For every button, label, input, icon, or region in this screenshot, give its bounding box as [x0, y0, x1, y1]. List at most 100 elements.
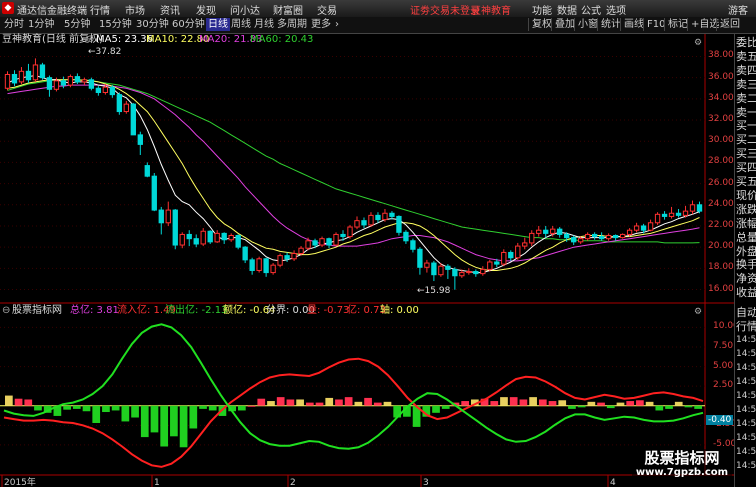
quote-field-label: 买二 — [736, 133, 756, 147]
candle-body — [242, 246, 248, 261]
menu-ask[interactable]: 问小达 — [230, 2, 260, 17]
quote-field-label: 买一 — [736, 119, 756, 133]
quote-field-label: 卖二 — [736, 91, 756, 105]
flow-bar — [160, 405, 169, 447]
low-annotation: ←15.98 — [417, 286, 451, 296]
flow-bar — [150, 405, 159, 433]
flow-bar — [315, 402, 324, 406]
candle-body — [550, 228, 556, 234]
flow-bar — [500, 397, 508, 406]
trade-time-label: 14:50 — [736, 447, 756, 457]
menu-data[interactable]: 数据 — [557, 2, 577, 17]
flow-bar — [208, 405, 217, 411]
flow-bar — [383, 401, 392, 406]
flow-bar — [441, 405, 450, 409]
candle-body — [144, 165, 150, 177]
menu-market[interactable]: 市场 — [125, 2, 145, 17]
menu-formula[interactable]: 公式 — [581, 2, 601, 17]
x-tick-label: 3 — [423, 478, 429, 487]
trade-time-label: 行情 — [736, 320, 756, 333]
quote-field-label: 卖一 — [736, 105, 756, 119]
flow-bar — [189, 405, 198, 429]
flow-bar — [82, 405, 91, 412]
menu-trade[interactable]: 交易 — [317, 2, 337, 17]
candle-body — [654, 213, 661, 224]
candle-body — [584, 233, 591, 240]
flow-bar — [568, 405, 576, 409]
period-30min[interactable]: 30分钟 — [134, 18, 171, 31]
candle-body — [256, 258, 262, 271]
guest-label[interactable]: 游客 — [728, 2, 748, 17]
back-button[interactable]: 返回 — [716, 18, 743, 31]
candle-body — [4, 73, 11, 89]
candle-body — [305, 240, 311, 249]
ma5-line — [7, 74, 700, 274]
candle-body — [410, 240, 416, 250]
ma-collapse-icon[interactable]: ⊖ — [86, 34, 94, 46]
indicator-icon[interactable]: ⊖ — [2, 305, 10, 317]
period-daily[interactable]: 日线 — [206, 18, 230, 31]
menu-wealth-circle[interactable]: 财富圈 — [273, 2, 303, 17]
flow-bar — [121, 405, 130, 422]
flow-bar — [14, 398, 23, 406]
chevron-right-icon[interactable]: › — [333, 18, 341, 31]
period-5min[interactable]: 5分钟 — [62, 18, 92, 31]
flow-bar — [102, 405, 110, 413]
candle-body — [522, 242, 528, 247]
period-60min[interactable]: 60分钟 — [170, 18, 207, 31]
menu-market-quotes[interactable]: 行情 — [90, 2, 110, 17]
y-tick-label: 28.00 — [708, 156, 734, 167]
settings-icon-sub[interactable]: ⚙ — [694, 307, 702, 317]
high-annotation: ←37.82 — [88, 47, 122, 57]
x-tick-label: 1 — [154, 478, 160, 487]
x-tick-label: 4 — [610, 478, 616, 487]
candle-body — [431, 262, 437, 276]
period-more[interactable]: 更多 — [309, 18, 333, 31]
candle-body — [633, 225, 640, 231]
menu-news[interactable]: 资讯 — [160, 2, 180, 17]
vol-label: 量: -0.73 — [307, 305, 350, 316]
flow-bar — [170, 405, 178, 437]
y-tick-label: 32.00 — [708, 114, 734, 125]
flow-bar — [636, 400, 644, 406]
period-weekly[interactable]: 周线 — [229, 18, 253, 31]
flow-bar — [606, 405, 615, 409]
period-monthly[interactable]: 月线 — [252, 18, 276, 31]
flow-bar — [247, 405, 256, 407]
y-tick-label: 38.00 — [708, 50, 734, 61]
candle-body — [326, 238, 332, 246]
period-multi[interactable]: 多周期 — [275, 18, 309, 31]
flow-bar — [267, 401, 275, 406]
flow-bar — [432, 405, 440, 413]
period-1min[interactable]: 1分钟 — [26, 18, 56, 31]
candle-body — [95, 87, 102, 93]
candle-body — [403, 231, 409, 242]
flow-bar — [199, 405, 207, 409]
kline-chart[interactable]: 2015年 1 2 3 4 ⚙ ⚙ — [0, 34, 734, 487]
candle-body — [501, 251, 507, 265]
quote-field-label: 买五 — [736, 175, 756, 188]
quote-field-label: 现价 — [736, 188, 756, 202]
candle-body — [466, 271, 472, 274]
menu-options[interactable]: 选项 — [606, 2, 626, 17]
candle-body — [67, 76, 74, 86]
candle-body — [158, 209, 164, 224]
candle-body — [200, 230, 206, 245]
login-notice[interactable]: 证劵交易未登录 — [410, 2, 480, 17]
candle-body — [361, 220, 367, 226]
sub-y-tick-label: -5.00 — [713, 438, 737, 449]
candle-body — [172, 209, 178, 246]
candle-body — [319, 238, 325, 246]
candle-body — [452, 268, 458, 277]
trade-time-label: 14:50 — [736, 405, 756, 415]
current-value-badge: -0.40 — [706, 415, 734, 425]
candle-body — [186, 233, 192, 240]
settings-icon[interactable]: ⚙ — [694, 38, 702, 48]
menu-discover[interactable]: 发现 — [196, 2, 216, 17]
candle-body — [277, 255, 283, 266]
flow-bar — [373, 402, 382, 406]
period-timeshare[interactable]: 分时 — [2, 18, 26, 31]
candle-body — [564, 233, 570, 239]
period-15min[interactable]: 15分钟 — [97, 18, 134, 31]
menu-function[interactable]: 功能 — [532, 2, 552, 17]
